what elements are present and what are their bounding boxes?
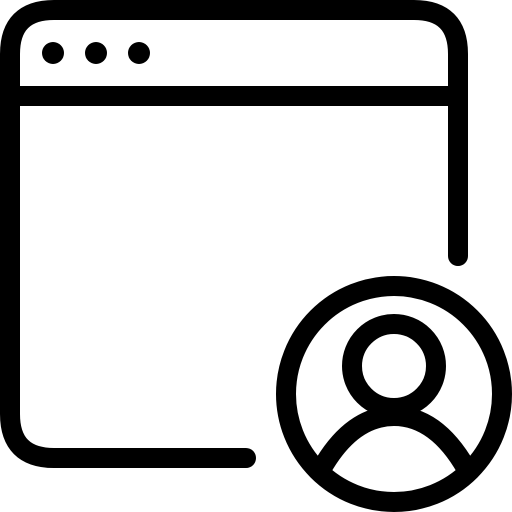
browser-window-user-icon xyxy=(0,0,512,512)
window-control-dot-3 xyxy=(128,42,150,64)
window-control-dot-2 xyxy=(85,42,107,64)
browser-window-frame xyxy=(0,0,468,468)
window-control-dot-1 xyxy=(42,42,64,64)
user-shoulders-icon xyxy=(312,406,476,478)
icon-canvas xyxy=(0,0,512,512)
user-head-icon xyxy=(342,314,446,418)
